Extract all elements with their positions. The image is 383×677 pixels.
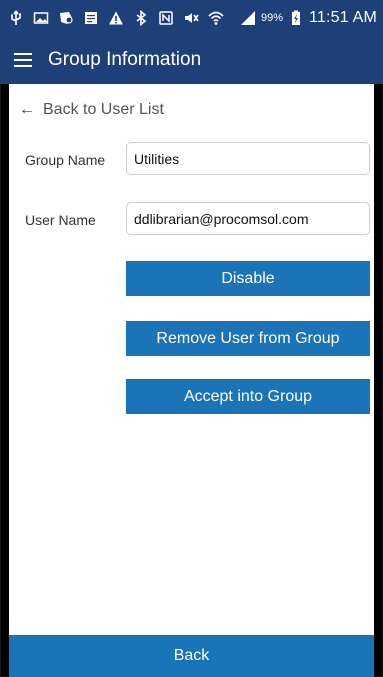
page-title: Group Information [48, 49, 202, 70]
wifi-icon [208, 10, 224, 26]
battery-charging-icon [288, 10, 304, 26]
signal-icon [240, 10, 256, 26]
back-button[interactable]: Back [9, 635, 374, 677]
back-to-user-list-link[interactable]: ← Back to User List [19, 101, 164, 119]
notes-icon [83, 10, 99, 26]
arrow-left-icon: ← [19, 101, 35, 118]
mute-icon [183, 10, 199, 26]
hamburger-menu-icon[interactable] [12, 49, 34, 71]
user-name-field[interactable] [126, 202, 370, 235]
status-bar: 99% 11:51 AM [0, 0, 383, 36]
bluetooth-icon [133, 10, 149, 26]
image-icon [33, 10, 49, 26]
app-icon [58, 10, 74, 26]
status-time: 11:51 AM [308, 9, 377, 26]
warning-icon [108, 10, 124, 26]
app-bar: Group Information [0, 36, 383, 84]
user-name-label: User Name [25, 212, 96, 228]
main-content: ← Back to User List Group Name User Name… [9, 84, 374, 635]
usb-icon [8, 10, 24, 26]
group-name-label: Group Name [25, 152, 106, 168]
back-link-label: Back to User List [43, 101, 164, 118]
accept-into-group-button[interactable]: Accept into Group [126, 379, 370, 414]
disable-button[interactable]: Disable [126, 261, 370, 296]
battery-percent: 99% [260, 12, 283, 24]
nfc-icon [158, 10, 174, 26]
group-name-field[interactable] [126, 142, 370, 175]
remove-user-from-group-button[interactable]: Remove User from Group [126, 321, 370, 356]
back-button-label: Back [173, 647, 210, 664]
